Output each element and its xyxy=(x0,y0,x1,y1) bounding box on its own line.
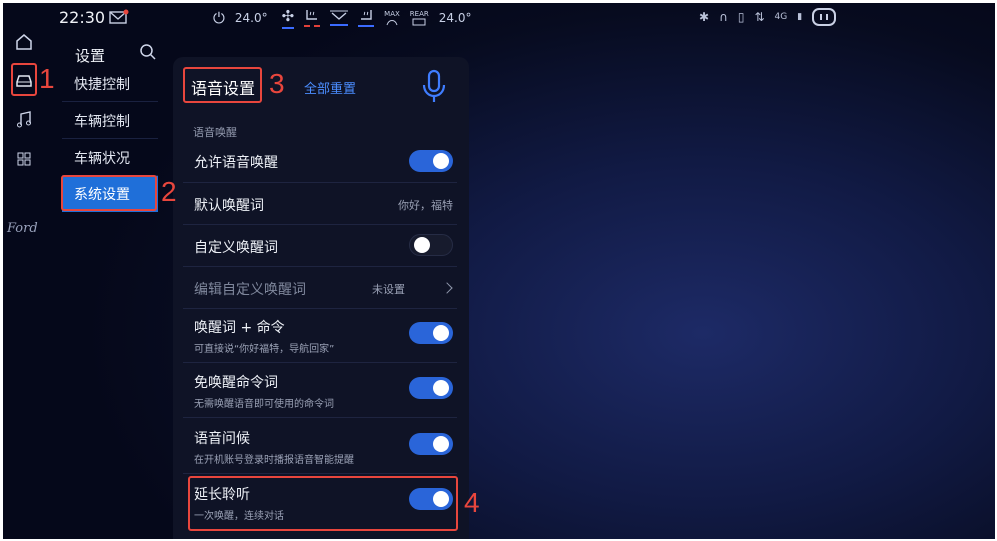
settings-row-wake-free-command: 免唤醒命令词 无需唤醒语音即可使用的命令词 xyxy=(183,363,457,418)
climate-bar: ⏻ 24.0° ✣ MAX REAR 24.0° xyxy=(213,7,485,29)
connectivity-icons: ✱ ∩ ▯ ⇅ 4G ▮ xyxy=(699,8,846,26)
chevron-right-icon xyxy=(441,282,453,294)
status-bar: 22:30 ⏻ 24.0° ✣ MAX REAR 24.0° ✱ ∩ ▯ ⇅ 4… xyxy=(3,3,995,33)
message-icon[interactable] xyxy=(109,9,129,25)
row-label: 唤醒词 + 命令 xyxy=(194,320,285,336)
toggle-knob xyxy=(433,325,449,341)
wake-free-command-toggle[interactable] xyxy=(409,377,453,399)
screen: 22:30 ⏻ 24.0° ✣ MAX REAR 24.0° ✱ ∩ ▯ ⇅ 4… xyxy=(3,3,995,539)
menu-item-vehicle-control[interactable]: 车辆控制 xyxy=(62,103,158,139)
max-defrost-icon[interactable]: MAX xyxy=(384,10,400,26)
data-transfer-icon: ⇅ xyxy=(754,10,765,24)
ford-logo: Ford xyxy=(7,221,38,236)
settings-row-wake-word-command: 唤醒词 + 命令 可直接说“你好福特，导航回家” xyxy=(183,309,457,363)
toggle-knob xyxy=(433,153,449,169)
network-label: 4G xyxy=(774,12,788,22)
temp-left[interactable]: 24.0° xyxy=(235,11,268,25)
row-label: 编辑自定义唤醒词 xyxy=(194,282,306,298)
music-icon[interactable] xyxy=(13,109,35,131)
reset-all-button[interactable]: 全部重置 xyxy=(304,78,356,97)
row-label: 自定义唤醒词 xyxy=(194,240,278,256)
fan-icon[interactable]: ✣ xyxy=(281,7,295,29)
microphone-icon[interactable] xyxy=(420,69,448,105)
rear-defrost-icon[interactable]: REAR xyxy=(410,10,429,26)
max-label: MAX xyxy=(384,10,400,18)
settings-row-custom-wake-word: 自定义唤醒词 xyxy=(183,225,457,267)
row-sub: 在开机账号登录时播报语音智能提醒 xyxy=(194,455,354,466)
settings-row-allow-wakeup: 允许语音唤醒 xyxy=(183,141,457,183)
row-label: 默认唤醒词 xyxy=(194,198,264,214)
voice-greeting-toggle[interactable] xyxy=(409,433,453,455)
allow-wakeup-toggle[interactable] xyxy=(409,150,453,172)
settings-row-voice-greeting: 语音问候 在开机账号登录时播报语音智能提醒 xyxy=(183,418,457,474)
annotation-box-3 xyxy=(183,67,262,103)
seat-heat-right-icon[interactable] xyxy=(358,9,375,27)
clock: 22:30 xyxy=(59,8,106,27)
custom-wake-word-toggle[interactable] xyxy=(409,234,453,256)
power-icon[interactable]: ⏻ xyxy=(213,9,225,27)
default-wake-word-value: 你好，福特 xyxy=(398,199,453,212)
phone-signal-icon: ▯ xyxy=(737,10,745,24)
seat-heat-left-icon[interactable] xyxy=(304,9,321,27)
row-sub: 可直接说“你好福特，导航回家” xyxy=(194,344,335,355)
toggle-knob xyxy=(414,237,430,253)
toggle-knob xyxy=(433,380,449,396)
bluetooth-icon: ✱ xyxy=(699,10,710,24)
annotation-number-4: 4 xyxy=(464,487,480,518)
row-label: 允许语音唤醒 xyxy=(194,155,278,171)
home-icon[interactable] xyxy=(13,31,35,53)
section-label-voice-wakeup: 语音唤醒 xyxy=(193,126,237,139)
menu-item-quick-control[interactable]: 快捷控制 xyxy=(62,66,158,102)
menu-item-vehicle-status[interactable]: 车辆状况 xyxy=(62,140,158,176)
search-icon[interactable] xyxy=(139,43,157,61)
annotation-number-2: 2 xyxy=(161,176,177,207)
vehicle-connect-icon[interactable] xyxy=(812,8,837,26)
temp-right[interactable]: 24.0° xyxy=(439,11,472,25)
headset-icon: ∩ xyxy=(719,10,728,24)
edit-wake-word-value: 未设置 xyxy=(372,283,405,296)
wake-word-command-toggle[interactable] xyxy=(409,322,453,344)
annotation-number-1: 1 xyxy=(39,63,55,94)
airflow-icon[interactable] xyxy=(330,10,349,26)
annotation-box-2 xyxy=(61,175,157,211)
toggle-knob xyxy=(433,436,449,452)
row-label: 免唤醒命令词 xyxy=(194,375,278,391)
settings-title: 设置 xyxy=(75,47,106,65)
settings-row-edit-custom-wake-word[interactable]: 编辑自定义唤醒词 未设置 xyxy=(183,267,457,309)
annotation-box-1 xyxy=(11,63,37,96)
row-sub: 无需唤醒语音即可使用的命令词 xyxy=(194,399,334,410)
apps-grid-icon[interactable] xyxy=(13,148,35,170)
annotation-box-4 xyxy=(188,476,458,531)
cellular-icon: 4G ▮ xyxy=(774,12,803,22)
settings-row-default-wake-word[interactable]: 默认唤醒词 你好，福特 xyxy=(183,183,457,225)
annotation-number-3: 3 xyxy=(269,68,285,99)
row-label: 语音问候 xyxy=(194,431,250,447)
rear-label: REAR xyxy=(409,10,429,18)
